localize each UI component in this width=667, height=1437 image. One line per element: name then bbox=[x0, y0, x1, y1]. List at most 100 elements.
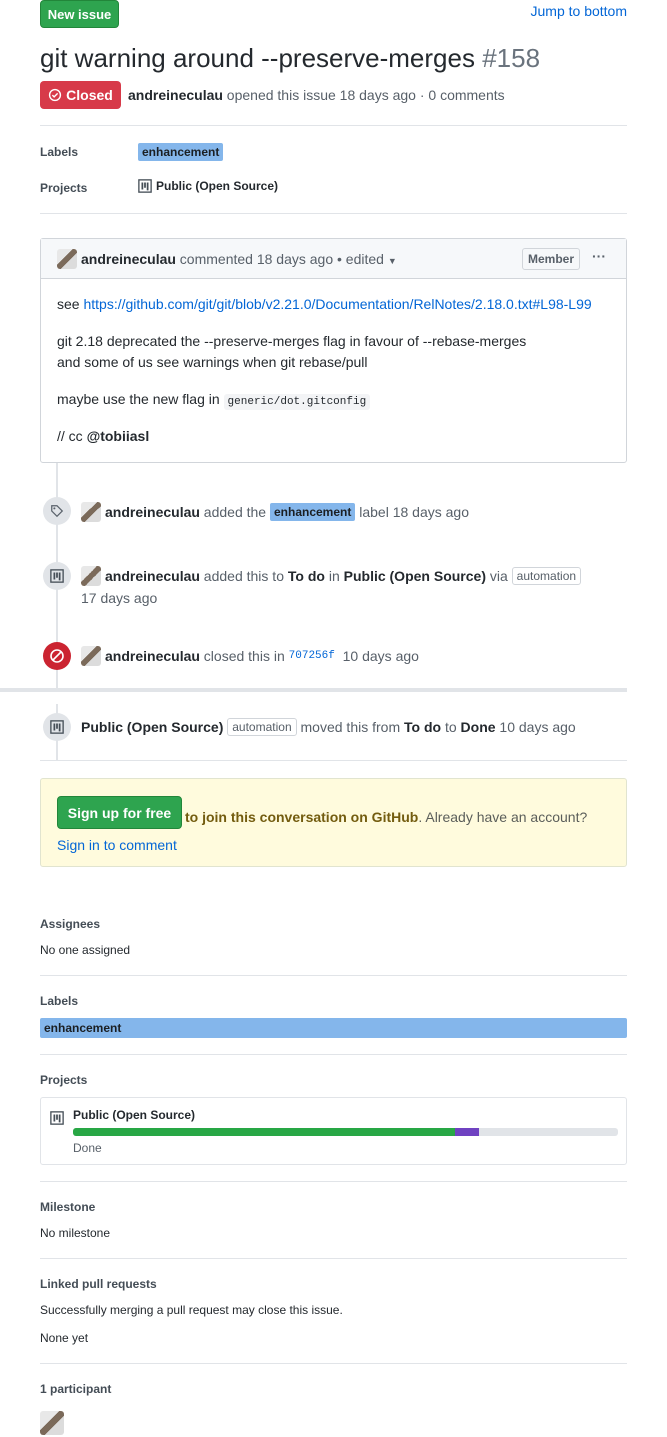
event-added-to-project: andreineculau added this to To do in Pub… bbox=[81, 566, 582, 586]
event-text: in bbox=[324, 568, 344, 584]
chevron-down-icon[interactable]: ▼ bbox=[388, 256, 397, 266]
commit-sha-link[interactable]: 707256f bbox=[289, 650, 335, 662]
see-prefix: see bbox=[57, 296, 84, 312]
comment-see-line: see https://github.com/git/git/blob/v2.2… bbox=[57, 294, 592, 315]
tag-icon bbox=[43, 497, 71, 525]
issue-meta: andreineculau opened this issue 18 days … bbox=[128, 87, 505, 103]
avatar[interactable] bbox=[81, 566, 101, 586]
signup-bold-text: to join this conversation on GitHub bbox=[185, 809, 419, 825]
comment-line: git 2.18 deprecated the --preserve-merge… bbox=[57, 333, 527, 349]
linked-prs-heading: Linked pull requests bbox=[40, 1277, 157, 1291]
avatar[interactable] bbox=[57, 249, 77, 269]
relnotes-link[interactable]: https://github.com/git/git/blob/v2.21.0/… bbox=[83, 296, 591, 312]
project-column: To do bbox=[287, 568, 325, 584]
status-label: Closed bbox=[66, 87, 113, 103]
event-user[interactable]: andreineculau bbox=[105, 648, 200, 664]
event-time: 17 days ago bbox=[81, 590, 158, 606]
avatar[interactable] bbox=[81, 502, 101, 522]
issue-title: git warning around --preserve-merges #15… bbox=[40, 43, 540, 74]
divider bbox=[40, 1363, 627, 1364]
signup-prompt: Sign up for free to join this conversati… bbox=[40, 778, 627, 867]
event-user[interactable]: andreineculau bbox=[105, 504, 200, 520]
assignees-heading: Assignees bbox=[40, 917, 101, 931]
cc-prefix: // cc bbox=[57, 428, 87, 444]
event-text: added this to bbox=[199, 568, 288, 584]
signup-text: to join this conversation on GitHub. Alr… bbox=[57, 803, 617, 859]
event-text: added the bbox=[199, 504, 270, 520]
linked-prs-description: Successfully merging a pull request may … bbox=[40, 1303, 343, 1317]
timeline-divider bbox=[0, 688, 627, 692]
project-status: Done bbox=[73, 1141, 102, 1155]
comment-flag-line: maybe use the new flag in generic/dot.gi… bbox=[57, 389, 371, 413]
labels-heading: Labels bbox=[40, 145, 79, 159]
avatar[interactable] bbox=[81, 646, 101, 666]
automation-tag: automation bbox=[511, 567, 582, 585]
comment-header: andreineculau commented 18 days ago • ed… bbox=[41, 239, 626, 279]
event-user[interactable]: andreineculau bbox=[105, 568, 200, 584]
project-name: Public (Open Source) bbox=[156, 179, 279, 193]
project-progress-bar bbox=[73, 1128, 618, 1136]
milestone-value: No milestone bbox=[40, 1226, 111, 1240]
signup-mid-text: . Already have an account? bbox=[418, 809, 588, 825]
issue-title-text: git warning around --preserve-merges bbox=[40, 43, 475, 73]
event-time: 10 days ago bbox=[495, 719, 576, 735]
event-labeled: andreineculau added the enhancement labe… bbox=[81, 502, 469, 522]
flag-prefix: maybe use the new flag in bbox=[57, 391, 224, 407]
issue-closed-icon bbox=[49, 88, 62, 102]
milestone-heading: Milestone bbox=[40, 1200, 96, 1214]
project-name[interactable]: Public (Open Source) bbox=[73, 1108, 195, 1122]
comment-line: and some of us see warnings when git reb… bbox=[57, 354, 368, 370]
event-text: to bbox=[441, 719, 461, 735]
new-issue-button[interactable]: New issue bbox=[40, 0, 119, 28]
signin-link[interactable]: Sign in to comment bbox=[57, 837, 177, 853]
member-badge: Member bbox=[521, 248, 580, 270]
status-badge: Closed bbox=[40, 81, 121, 109]
participants-heading: 1 participant bbox=[40, 1382, 112, 1396]
mention-user[interactable]: @tobiiasl bbox=[87, 428, 150, 444]
issue-author[interactable]: andreineculau bbox=[128, 87, 223, 103]
project-name[interactable]: Public (Open Source) bbox=[344, 568, 486, 584]
divider bbox=[40, 975, 627, 976]
linked-prs-value: None yet bbox=[40, 1331, 89, 1345]
label-enhancement[interactable]: enhancement bbox=[269, 503, 356, 521]
project-icon bbox=[50, 1111, 64, 1125]
from-column: To do bbox=[404, 719, 442, 735]
divider bbox=[40, 213, 627, 214]
event-text: moved this from bbox=[296, 719, 404, 735]
label-enhancement[interactable]: enhancement bbox=[40, 1018, 627, 1038]
project-name[interactable]: Public (Open Source) bbox=[81, 719, 223, 735]
project-icon bbox=[138, 179, 152, 193]
issue-number: #158 bbox=[482, 43, 541, 73]
divider bbox=[40, 125, 627, 126]
label-enhancement[interactable]: enhancement bbox=[138, 143, 224, 161]
divider bbox=[40, 1181, 627, 1182]
labels-heading: Labels bbox=[40, 994, 79, 1008]
projects-heading: Projects bbox=[40, 1073, 88, 1087]
progress-done bbox=[73, 1128, 455, 1136]
project-icon bbox=[43, 562, 71, 590]
event-moved: Public (Open Source) automation moved th… bbox=[81, 718, 576, 736]
issue-opened-text: opened this issue 18 days ago · 0 commen… bbox=[222, 87, 505, 103]
project-link[interactable]: Public (Open Source) bbox=[138, 179, 278, 193]
comment-author[interactable]: andreineculau bbox=[81, 251, 176, 267]
event-text: via bbox=[485, 568, 512, 584]
projects-heading: Projects bbox=[40, 181, 88, 195]
progress-in-progress bbox=[454, 1128, 480, 1136]
event-closed: andreineculau closed this in 707256f 10 … bbox=[81, 646, 419, 666]
event-text: closed this in bbox=[199, 648, 289, 664]
assignees-value: No one assigned bbox=[40, 943, 131, 957]
automation-tag: automation bbox=[227, 718, 297, 736]
project-card[interactable]: Public (Open Source) Done bbox=[40, 1097, 627, 1165]
jump-to-bottom-link[interactable]: Jump to bottom bbox=[531, 3, 628, 19]
closed-icon bbox=[43, 642, 71, 670]
config-file-code: generic/dot.gitconfig bbox=[223, 394, 371, 410]
comment-meta: andreineculau commented 18 days ago • ed… bbox=[81, 251, 397, 267]
divider bbox=[40, 1054, 627, 1055]
divider bbox=[40, 760, 627, 761]
event-time: 10 days ago bbox=[334, 648, 419, 664]
more-options-icon[interactable]: ··· bbox=[592, 248, 606, 264]
comment-time[interactable]: commented 18 days ago • edited bbox=[176, 251, 388, 267]
comment-cc-line: // cc @tobiiasl bbox=[57, 426, 149, 447]
participant-avatar[interactable] bbox=[40, 1411, 64, 1435]
to-column: Done bbox=[460, 719, 496, 735]
